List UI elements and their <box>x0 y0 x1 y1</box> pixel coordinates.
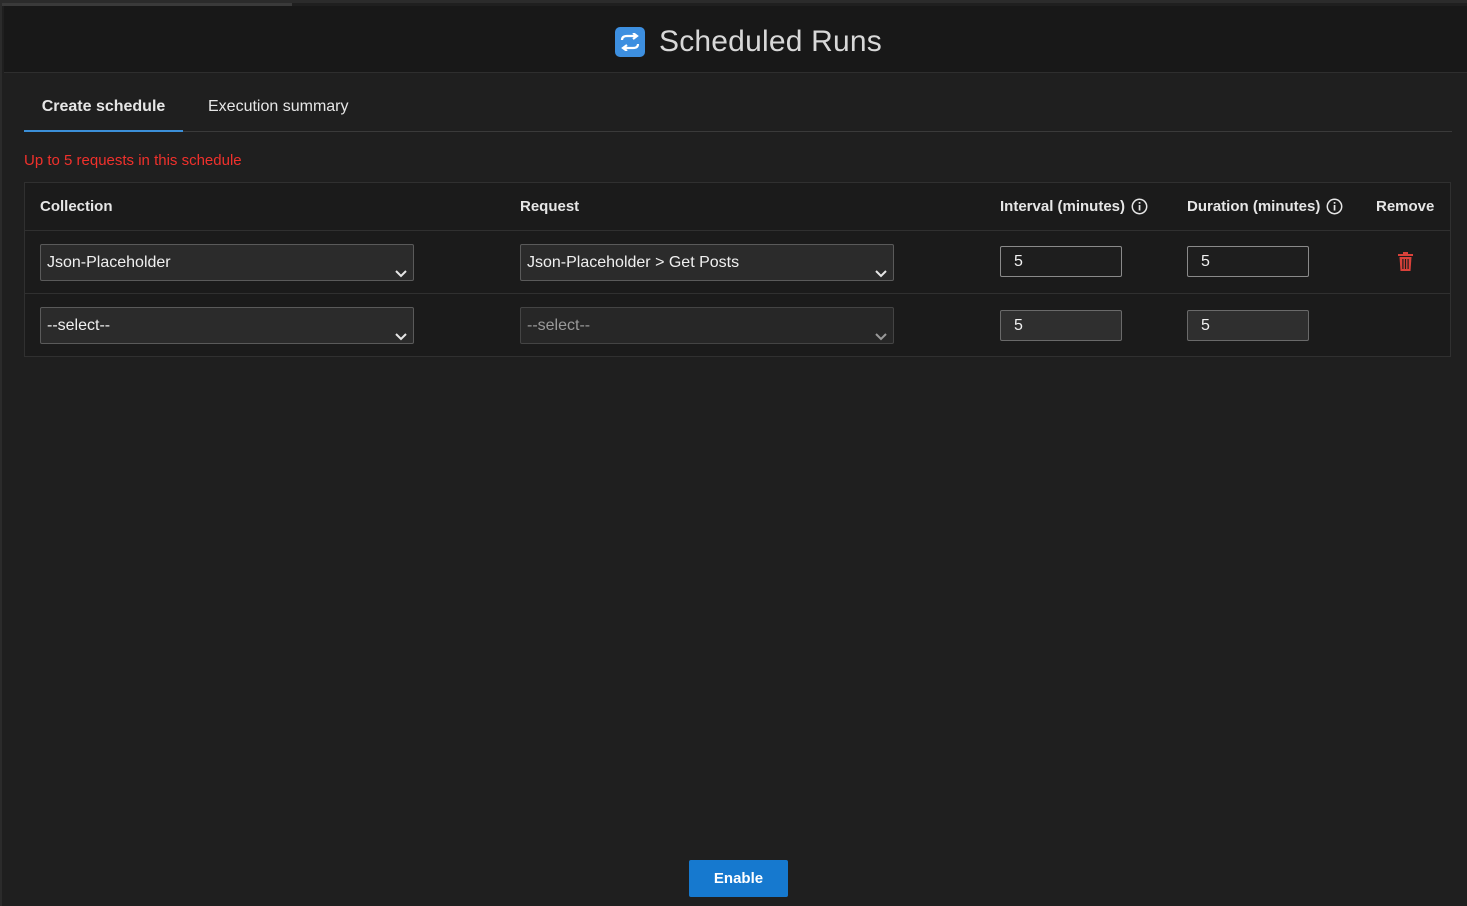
collection-select-value: --select-- <box>47 317 111 334</box>
collection-select[interactable]: --select-- <box>40 307 414 344</box>
collection-select[interactable]: Json-Placeholder <box>40 244 414 281</box>
duration-input[interactable]: 5 <box>1187 246 1309 277</box>
tab-execution-summary[interactable]: Execution summary <box>208 85 349 130</box>
chevron-down-icon <box>395 320 407 355</box>
request-select[interactable]: Json-Placeholder > Get Posts <box>520 244 894 281</box>
column-header-interval-label: Interval (minutes) <box>1000 198 1126 215</box>
chevron-down-icon <box>875 257 887 292</box>
chevron-down-icon <box>875 320 887 355</box>
trash-icon[interactable] <box>1398 252 1413 276</box>
duration-input[interactable]: 5 <box>1187 310 1309 341</box>
interval-input[interactable]: 5 <box>1000 246 1122 277</box>
enable-button[interactable]: Enable <box>689 860 788 897</box>
page-title-group: Scheduled Runs <box>615 25 882 58</box>
tab-create-schedule[interactable]: Create schedule <box>24 85 183 132</box>
schedule-table: Collection Request Interval (minutes) Du… <box>24 182 1451 357</box>
column-header-remove: Remove <box>1376 198 1435 215</box>
info-icon[interactable] <box>1326 198 1343 215</box>
column-header-interval: Interval (minutes) <box>1000 198 1148 215</box>
column-header-collection: Collection <box>40 198 113 215</box>
request-select-value: Json-Placeholder > Get Posts <box>527 254 740 271</box>
row-divider <box>25 293 1450 294</box>
tab-bar: Create schedule Execution summary <box>24 85 1452 132</box>
page-title: Scheduled Runs <box>659 25 882 58</box>
column-header-request: Request <box>520 198 580 215</box>
info-icon[interactable] <box>1131 198 1148 215</box>
row-divider <box>25 230 1450 231</box>
request-select[interactable]: --select-- <box>520 307 894 344</box>
column-header-duration: Duration (minutes) <box>1187 198 1343 215</box>
column-header-duration-label: Duration (minutes) <box>1187 198 1321 215</box>
request-select-value: --select-- <box>527 317 591 334</box>
app-window: Scheduled Runs Create schedule Execution… <box>0 0 1467 906</box>
interval-input[interactable]: 5 <box>1000 310 1122 341</box>
chevron-down-icon <box>395 257 407 292</box>
collection-select-value: Json-Placeholder <box>47 254 171 271</box>
refresh-icon <box>615 27 645 57</box>
request-limit-note: Up to 5 requests in this schedule <box>24 152 242 169</box>
header-bar: Scheduled Runs <box>4 6 1467 73</box>
